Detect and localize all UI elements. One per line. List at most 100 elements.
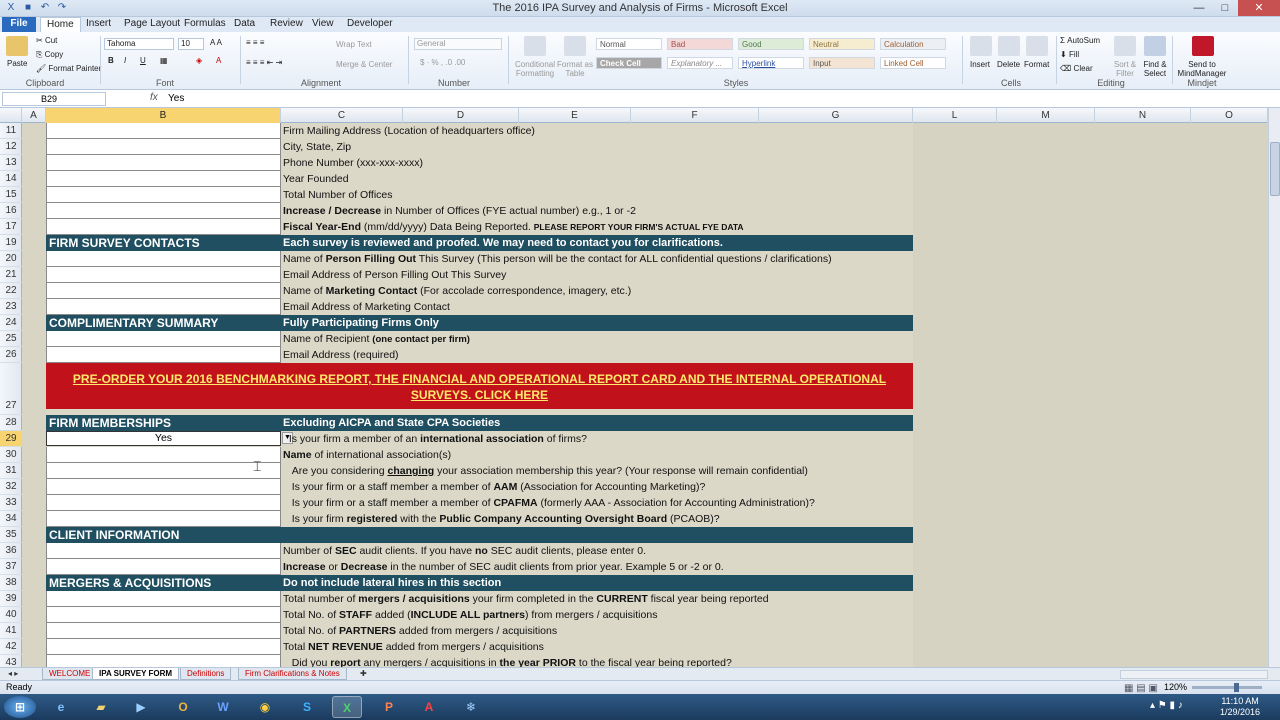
- row-header[interactable]: 36: [0, 543, 22, 559]
- conditional-formatting-button[interactable]: Conditional Formatting: [512, 60, 558, 78]
- grow-font-icon[interactable]: A A: [210, 38, 222, 47]
- find-select-button[interactable]: Find & Select: [1140, 60, 1170, 78]
- row-header[interactable]: 30: [0, 447, 22, 463]
- media-player-icon[interactable]: ▶: [126, 696, 156, 718]
- row-header[interactable]: 29: [0, 431, 22, 447]
- answer-cell[interactable]: [46, 347, 281, 363]
- align-left-icon[interactable]: ≡ ≡ ≡ ⇤ ⇥: [246, 58, 282, 67]
- row-header[interactable]: 38: [0, 575, 22, 591]
- minimize-button[interactable]: —: [1186, 0, 1212, 16]
- answer-cell[interactable]: [46, 623, 281, 639]
- answer-cell[interactable]: [46, 283, 281, 299]
- style-input[interactable]: Input: [809, 57, 875, 69]
- binoculars-icon[interactable]: [1144, 36, 1166, 56]
- row-header[interactable]: 23: [0, 299, 22, 315]
- answer-cell[interactable]: [46, 559, 281, 575]
- row-header[interactable]: 27: [0, 363, 22, 415]
- file-explorer-icon[interactable]: ▰: [86, 696, 116, 718]
- font-size-select[interactable]: 10: [178, 38, 204, 50]
- clear-button[interactable]: ⌫ Clear: [1060, 64, 1093, 73]
- answer-cell[interactable]: [46, 511, 281, 527]
- system-tray-icons[interactable]: ▴ ⚑ ▮ ♪: [1150, 700, 1183, 711]
- currency-icon[interactable]: $ · % , .0 .00: [420, 58, 465, 67]
- skype-icon[interactable]: S: [292, 696, 322, 718]
- row-header[interactable]: 41: [0, 623, 22, 639]
- name-box[interactable]: B29: [2, 92, 106, 106]
- column-header[interactable]: M: [997, 108, 1095, 123]
- word-icon[interactable]: W: [208, 696, 238, 718]
- scroll-thumb[interactable]: [1270, 142, 1280, 196]
- row-header[interactable]: 39: [0, 591, 22, 607]
- merge-center-button[interactable]: Merge & Center: [336, 60, 392, 69]
- italic-button[interactable]: I: [124, 56, 126, 65]
- snowflake-app-icon[interactable]: ❄: [456, 696, 486, 718]
- tab-developer[interactable]: Developer: [341, 17, 399, 32]
- answer-cell[interactable]: [46, 479, 281, 495]
- row-header[interactable]: 25: [0, 331, 22, 347]
- style-linked-cell[interactable]: Linked Cell: [880, 57, 946, 69]
- maximize-button[interactable]: □: [1212, 0, 1238, 16]
- style-bad[interactable]: Bad: [667, 38, 733, 50]
- row-header[interactable]: 21: [0, 267, 22, 283]
- zoom-slider-thumb[interactable]: [1234, 683, 1239, 692]
- paste-button[interactable]: Paste: [7, 59, 27, 68]
- start-button[interactable]: ⊞: [4, 696, 36, 718]
- style-explanatory[interactable]: Explanatory ...: [667, 57, 733, 69]
- style-normal[interactable]: Normal: [596, 38, 662, 50]
- send-to-mindmanager-button[interactable]: Send to MindManager: [1176, 60, 1228, 78]
- sort-filter-button[interactable]: Sort & Filter: [1108, 60, 1142, 78]
- row-header[interactable]: 42: [0, 639, 22, 655]
- column-header[interactable]: D: [403, 108, 519, 123]
- column-header[interactable]: F: [631, 108, 759, 123]
- number-format-select[interactable]: General: [414, 38, 502, 50]
- border-icon[interactable]: ▦: [160, 56, 168, 65]
- answer-cell[interactable]: [46, 447, 281, 463]
- answer-cell[interactable]: [46, 219, 281, 235]
- autosum-button[interactable]: Σ AutoSum: [1060, 36, 1100, 45]
- chrome-icon[interactable]: ◉: [250, 696, 280, 718]
- tab-insert[interactable]: Insert: [80, 17, 117, 32]
- column-header[interactable]: O: [1191, 108, 1268, 123]
- row-header[interactable]: 31: [0, 463, 22, 479]
- format-painter-button[interactable]: 🖌 Format Painter: [36, 64, 101, 73]
- insert-sheet-icon[interactable]: ✚: [354, 668, 373, 680]
- answer-cell[interactable]: [46, 495, 281, 511]
- acrobat-icon[interactable]: A: [414, 696, 444, 718]
- column-header[interactable]: B: [46, 108, 281, 123]
- style-calculation[interactable]: Calculation: [880, 38, 946, 50]
- format-as-table-button[interactable]: Format as Table: [556, 60, 594, 78]
- row-header[interactable]: 26: [0, 347, 22, 363]
- row-header[interactable]: 17: [0, 219, 22, 235]
- wrap-text-button[interactable]: Wrap Text: [336, 40, 372, 49]
- conditional-formatting-icon[interactable]: [524, 36, 546, 56]
- answer-cell[interactable]: [46, 187, 281, 203]
- underline-button[interactable]: U: [140, 56, 146, 65]
- answer-cell[interactable]: [46, 171, 281, 187]
- answer-cell[interactable]: [46, 639, 281, 655]
- style-neutral[interactable]: Neutral: [809, 38, 875, 50]
- sheet-tab-firm-clarifications[interactable]: Firm Clarifications & Notes: [238, 668, 347, 680]
- excel-taskbar-icon[interactable]: X: [332, 696, 362, 718]
- row-header[interactable]: 11: [0, 123, 22, 139]
- row-header[interactable]: 19: [0, 235, 22, 251]
- row-header[interactable]: 37: [0, 559, 22, 575]
- clock[interactable]: 11:10 AM 1/29/2016: [1220, 696, 1260, 718]
- answer-cell[interactable]: [46, 463, 281, 479]
- insert-function-icon[interactable]: fx: [150, 92, 158, 103]
- paste-icon[interactable]: [6, 36, 28, 56]
- bold-button[interactable]: B: [108, 56, 114, 65]
- row-header[interactable]: 40: [0, 607, 22, 623]
- row-header[interactable]: 34: [0, 511, 22, 527]
- answer-cell[interactable]: [46, 139, 281, 155]
- vertical-scrollbar[interactable]: [1268, 108, 1280, 667]
- row-header[interactable]: 14: [0, 171, 22, 187]
- format-cells-icon[interactable]: [1026, 36, 1048, 56]
- style-hyperlink[interactable]: Hyperlink: [738, 57, 804, 69]
- formula-input[interactable]: Yes: [168, 93, 184, 104]
- cut-button[interactable]: ✂ Cut: [36, 36, 57, 45]
- row-header[interactable]: 15: [0, 187, 22, 203]
- insert-cells-icon[interactable]: [970, 36, 992, 56]
- style-check-cell[interactable]: Check Cell: [596, 57, 662, 69]
- font-name-select[interactable]: Tahoma: [104, 38, 174, 50]
- fill-button[interactable]: ⬇ Fill: [1060, 50, 1079, 59]
